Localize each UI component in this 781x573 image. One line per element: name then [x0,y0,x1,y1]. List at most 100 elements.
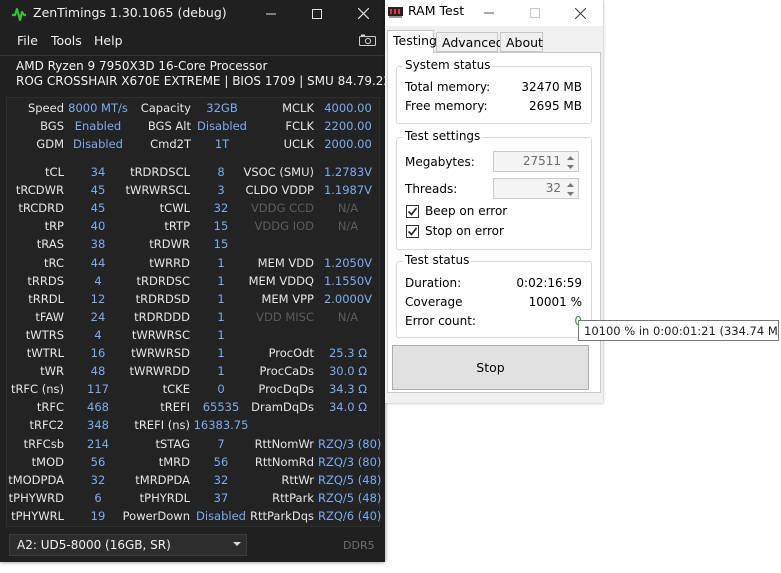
value-mem-vddq: 1.1550V [323,274,373,288]
value-dramdqds: 34.0 Ω [328,400,368,414]
checkmark-icon [407,227,418,236]
value-tphyrdl: 37 [213,491,229,505]
megabytes-down-button[interactable] [564,162,577,171]
label-trdrddd: tRDRDDD [134,310,190,324]
board-info: ROG CROSSHAIR X670E EXTREME | BIOS 1709 … [16,74,399,88]
cpu-name: AMD Ryzen 9 7950X3D 16-Core Processor [16,59,268,73]
label-trrds: tRRDS [27,274,64,288]
label-powerdown: PowerDown [122,509,190,523]
value-speed: 8000 MT/s [68,101,128,115]
stop-button[interactable]: Stop [392,345,589,390]
ramtest-maximize-button[interactable] [513,0,557,26]
value-trrdl: 12 [90,292,106,306]
screenshot-camera-icon[interactable] [359,34,376,46]
label-trfc2: tRFC2 [29,418,64,432]
label-uclk: UCLK [283,137,314,151]
label-procodt: ProcOdt [268,346,314,360]
label-twrwrscl: tWRWRSCL [125,183,190,197]
ramtest-titlebar[interactable]: RAM Test [385,0,603,26]
spin-down-icon [567,164,574,169]
minimize-icon [484,12,494,14]
checkmark-icon [407,207,418,216]
value-trefi-ns: 16383.75 [193,418,249,432]
megabytes-input[interactable]: 27511 [493,151,579,172]
value-twtrs: 4 [94,328,102,342]
value-cmd2t: 1T [214,137,230,151]
label-rttparkdqs: RttParkDqs [249,509,314,523]
zentimings-titlebar[interactable]: ZenTimings 1.30.1065 (debug) [0,0,385,27]
minimize-icon [266,13,276,14]
menu-help[interactable]: Help [94,33,123,48]
label-twrwrsc: tWRWRSC [131,328,190,342]
test-status-heading: Test status [403,253,472,267]
menu-bar: File Tools Help [0,31,385,51]
label-trp: tRP [44,219,64,233]
label-tcl: tCL [45,165,64,179]
duration-label: Duration: [405,276,462,290]
tab-advanced[interactable]: Advanced [436,32,504,52]
label-fclk: FCLK [285,119,314,133]
test-status-group: Test status Duration: 0:02:16:59 Coverag… [396,253,592,338]
menu-file[interactable]: File [17,33,38,48]
threads-down-button[interactable] [564,189,577,198]
close-icon [357,8,369,19]
ramtest-minimize-button[interactable] [467,0,511,26]
free-memory-value: 2695 MB [529,99,582,113]
system-status-heading: System status [403,58,493,72]
close-button[interactable] [340,0,386,27]
value-trdwr: 15 [213,237,229,251]
label-trrdl: tRRDL [28,292,64,306]
value-twrwrscl: 3 [217,183,225,197]
ramtest-close-button[interactable] [558,0,602,26]
tab-about[interactable]: About [500,32,543,52]
value-twr: 48 [90,364,106,378]
spin-up-icon [567,155,574,160]
label-proccads: ProcCaDs [259,364,315,378]
threads-input[interactable]: 32 [493,178,579,199]
test-settings-heading: Test settings [403,129,483,143]
beep-on-error-label: Beep on error [425,204,508,218]
value-powerdown: Disabled [196,509,246,523]
maximize-button[interactable] [294,0,340,27]
value-trtp: 15 [213,219,229,233]
minimize-button[interactable] [248,0,294,27]
megabytes-up-button[interactable] [564,153,577,162]
menu-tools[interactable]: Tools [51,33,82,48]
value-trcdwr: 45 [90,183,106,197]
value-gdm: Disabled [73,137,123,151]
separator [0,55,385,56]
value-twrwrsc: 1 [217,328,225,342]
value-tmrdpda: 32 [213,473,229,487]
label-mem-vdd: MEM VDD [257,256,314,270]
value-tstag: 7 [217,437,225,451]
label-twr: tWR [40,364,64,378]
value-rttnomrd: RZQ/3 (80) [318,455,382,469]
ramtest-window: RAM Test Testing Advanced About System s… [385,0,603,403]
label-trtp: tRTP [164,219,190,233]
beep-on-error-checkbox[interactable] [406,205,419,218]
label-tras: tRAS [36,237,64,251]
stop-on-error-checkbox[interactable] [406,225,419,238]
label-twtrl: tWTRL [26,346,64,360]
value-trdrdscl: 8 [217,165,225,179]
value-cldo-vddp: 1.1987V [323,183,373,197]
label-procdqds: ProcDqDs [258,382,314,396]
value-trrds: 4 [94,274,102,288]
label-trdrdsc: tRDRDSC [136,274,190,288]
threads-label: Threads: [405,182,458,196]
label-rttnomwr: RttNomWr [254,437,314,451]
label-vdd-misc: VDD MISC [256,310,314,324]
dimm-select[interactable]: A2: UD5-8000 (16GB, SR) [9,534,247,556]
value-twrwrdd: 1 [217,364,225,378]
value-trdrdsc: 1 [217,274,225,288]
label-tcke: tCKE [162,382,190,396]
label-trefi: tREFI [160,400,190,414]
threads-up-button[interactable] [564,180,577,189]
label-tmrd: tMRD [158,455,190,469]
value-twrrd: 1 [217,256,225,270]
label-tphyrdl: tPHYRDL [139,491,190,505]
coverage-label: Coverage [405,295,463,309]
value-vsoc-smu: 1.2783V [323,165,373,179]
tab-testing[interactable]: Testing [387,30,437,53]
maximize-icon [530,8,540,18]
